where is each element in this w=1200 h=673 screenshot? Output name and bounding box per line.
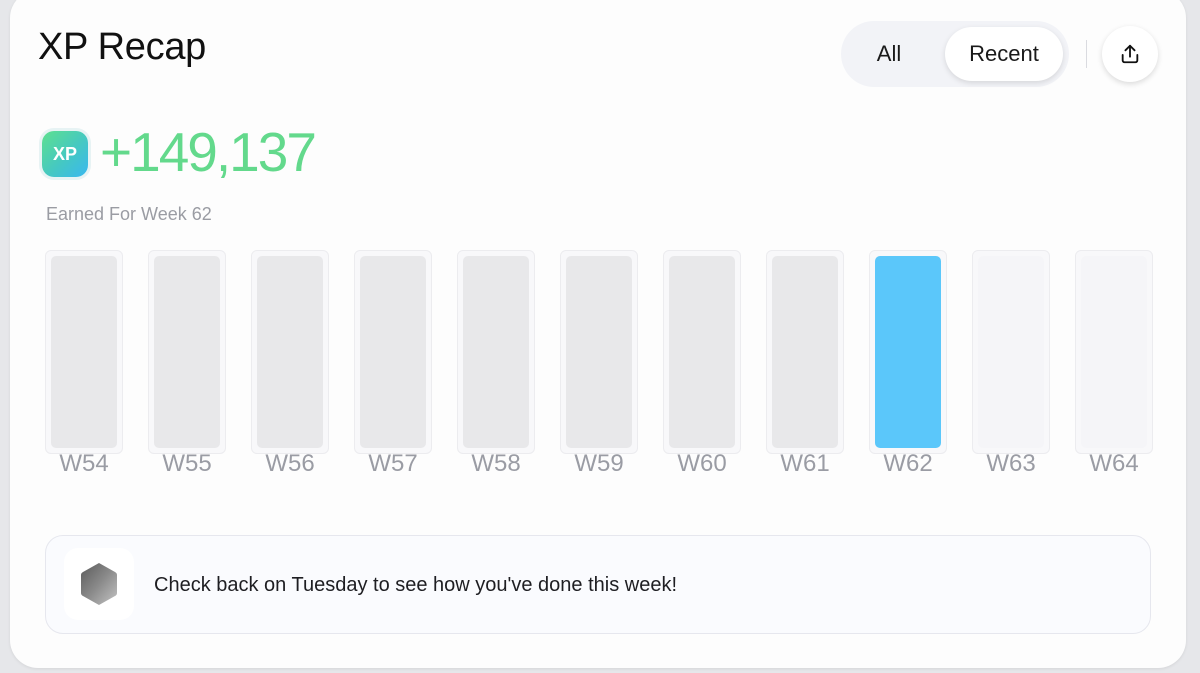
- week-label: W57: [368, 450, 418, 477]
- week-label: W55: [162, 450, 212, 477]
- card-title: XP Recap: [38, 26, 207, 68]
- week-label: W62: [883, 450, 933, 477]
- bar-fill: [51, 256, 117, 448]
- week-label: W60: [677, 450, 727, 477]
- hexagon-icon: [81, 563, 117, 605]
- share-upload-icon: [1121, 44, 1139, 64]
- toggle-recent-button[interactable]: Recent: [945, 27, 1063, 81]
- week-label: W54: [59, 450, 109, 477]
- week-label: W56: [265, 450, 315, 477]
- bar-frame: [663, 250, 741, 454]
- bar-frame: [148, 250, 226, 454]
- bar-fill: [978, 256, 1044, 448]
- bar-fill: [772, 256, 838, 448]
- share-button[interactable]: [1102, 26, 1158, 82]
- week-label: W61: [780, 450, 830, 477]
- bar-frame: [45, 250, 123, 454]
- bar-fill: [360, 256, 426, 448]
- weekly-bars: W54 W55 W56 W57 W58 W59 W60 W61 W62 W63 W64: [45, 250, 1153, 490]
- range-toggle: All Recent: [841, 21, 1069, 87]
- week-label: W58: [471, 450, 521, 477]
- bar-fill: [463, 256, 529, 448]
- toggle-all-button[interactable]: All: [847, 27, 931, 81]
- bar-frame: [766, 250, 844, 454]
- bar-fill: [257, 256, 323, 448]
- week-label: W59: [574, 450, 624, 477]
- notice-icon-box: [64, 548, 134, 620]
- bar-fill: [669, 256, 735, 448]
- bar-fill: [566, 256, 632, 448]
- bar-frame: [972, 250, 1050, 454]
- bar-frame: [560, 250, 638, 454]
- notice-text: Check back on Tuesday to see how you've …: [154, 574, 678, 596]
- toolbar-divider: [1086, 40, 1087, 68]
- bar-frame: [354, 250, 432, 454]
- notice-banner: Check back on Tuesday to see how you've …: [45, 535, 1151, 634]
- earned-caption: Earned For Week 62: [46, 204, 212, 224]
- bar-frame: [457, 250, 535, 454]
- bar-frame: [1075, 250, 1153, 454]
- bar-fill: [875, 256, 941, 448]
- bar-frame: [251, 250, 329, 454]
- xp-earned-value: +149,137: [100, 121, 317, 183]
- xp-recap-card: XP Recap All Recent XP +149,137 Earned F…: [10, 0, 1186, 668]
- bar-fill: [1081, 256, 1147, 448]
- week-label: W64: [1089, 450, 1139, 477]
- bar-frame: [869, 250, 947, 454]
- week-label: W63: [986, 450, 1036, 477]
- bar-fill: [154, 256, 220, 448]
- xp-icon: XP: [42, 131, 88, 177]
